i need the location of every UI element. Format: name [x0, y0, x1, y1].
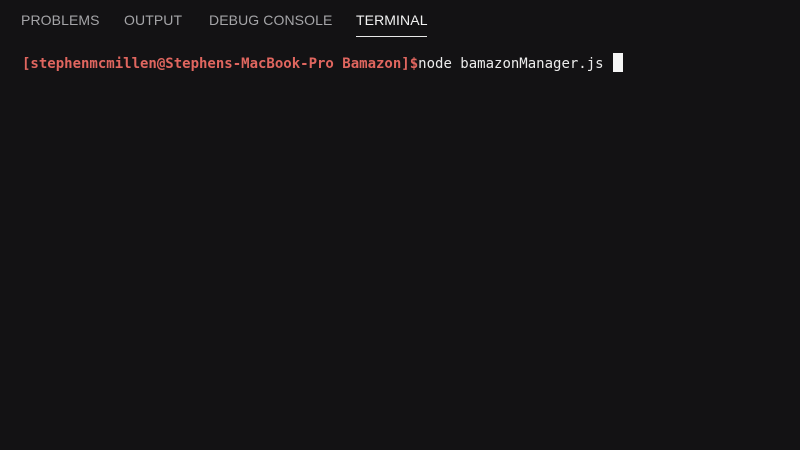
tab-terminal[interactable]: TERMINAL: [356, 11, 428, 29]
terminal-output[interactable]: [stephenmcmillen@Stephens-MacBook-Pro Ba…: [22, 53, 792, 433]
terminal-prompt: [stephenmcmillen@Stephens-MacBook-Pro Ba…: [22, 56, 419, 72]
terminal-cursor: [612, 53, 623, 72]
terminal-command-line: [stephenmcmillen@Stephens-MacBook-Pro Ba…: [22, 53, 792, 75]
terminal-command: node bamazonManager.js: [418, 56, 604, 72]
tab-output[interactable]: OUTPUT: [124, 11, 182, 29]
panel-tab-bar: PROBLEMS OUTPUT DEBUG CONSOLE TERMINAL: [0, 0, 800, 38]
terminal-panel: PROBLEMS OUTPUT DEBUG CONSOLE TERMINAL […: [0, 0, 800, 450]
active-tab-indicator: [356, 36, 427, 37]
tab-debug-console[interactable]: DEBUG CONSOLE: [209, 11, 332, 29]
tab-problems[interactable]: PROBLEMS: [21, 11, 100, 29]
